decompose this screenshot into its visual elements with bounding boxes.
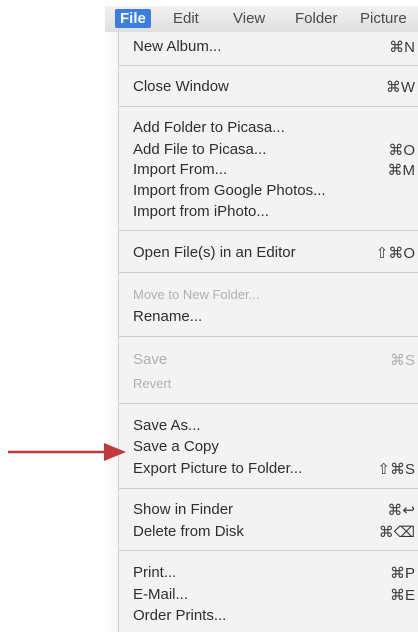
menu-item-add-file[interactable]: Add File to Picasa... ⌘O — [119, 140, 418, 160]
menu-item-label: Delete from Disk — [133, 523, 244, 540]
menu-item-show-in-finder[interactable]: Show in Finder ⌘↩ — [119, 500, 418, 520]
menu-item-save-a-copy[interactable]: Save a Copy — [119, 437, 418, 457]
menu-item-export-picture[interactable]: Export Picture to Folder... ⇧⌘S — [119, 459, 418, 479]
menu-item-shortcut: ⇧⌘S — [377, 461, 415, 478]
menu-item-import-iphoto[interactable]: Import from iPhoto... — [119, 202, 418, 222]
menu-separator — [119, 488, 418, 489]
menu-separator — [119, 230, 418, 231]
menu-item-import-google-photos[interactable]: Import from Google Photos... — [119, 181, 418, 201]
menu-item-label: Revert — [133, 376, 172, 391]
menu-separator — [119, 403, 418, 404]
arrow-head — [104, 443, 126, 461]
menu-item-label: Add Folder to Picasa... — [133, 119, 285, 136]
menu-bar: File Edit View Folder Picture — [105, 6, 418, 33]
menu-item-label: Add File to Picasa... — [133, 141, 267, 158]
window-edge — [102, 32, 118, 632]
menu-item-shortcut: ⌘W — [385, 79, 415, 96]
menu-item-label: E-Mail... — [133, 586, 189, 603]
menu-item-order-prints[interactable]: Order Prints... — [119, 606, 418, 626]
menu-separator — [119, 106, 418, 107]
menu-item-label: Import From... — [133, 161, 228, 178]
menu-item-label: Rename... — [133, 308, 203, 325]
menu-item-revert: Revert — [119, 374, 418, 394]
menu-item-shortcut: ⌘M — [387, 162, 416, 179]
menu-item-label: Open File(s) in an Editor — [133, 244, 296, 261]
menu-separator — [119, 272, 418, 273]
menu-item-label: Move to New Folder... — [133, 287, 260, 302]
menu-item-label: Close Window — [133, 78, 229, 95]
menu-item-label: Print... — [133, 564, 177, 581]
menu-item-shortcut: ⌘⌫ — [378, 524, 415, 541]
menu-item-save: Save ⌘S — [119, 350, 418, 370]
menu-item-label: Export Picture to Folder... — [133, 460, 303, 477]
menu-item-import-from[interactable]: Import From... ⌘M — [119, 160, 418, 180]
menu-item-shortcut: ⌘P — [389, 565, 415, 582]
menu-item-label: Show in Finder — [133, 501, 234, 518]
menubar-file[interactable]: File — [115, 9, 151, 28]
menu-item-label: Import from iPhoto... — [133, 203, 269, 220]
menu-item-shortcut: ⌘S — [389, 352, 415, 369]
menu-item-label: New Album... — [133, 38, 222, 55]
menu-item-label: Save As... — [133, 417, 201, 434]
menu-separator — [119, 550, 418, 551]
menu-item-close-window[interactable]: Close Window ⌘W — [119, 77, 418, 97]
menu-item-shortcut: ⌘E — [389, 587, 415, 604]
annotation-arrow-icon — [8, 443, 126, 461]
menu-separator — [119, 65, 418, 66]
menu-item-label: Save a Copy — [133, 438, 219, 455]
menu-item-add-folder[interactable]: Add Folder to Picasa... — [119, 118, 418, 138]
menu-item-rename[interactable]: Rename... — [119, 307, 418, 327]
menu-item-open-in-editor[interactable]: Open File(s) in an Editor ⇧⌘O — [119, 243, 418, 263]
menu-item-save-as[interactable]: Save As... — [119, 416, 418, 436]
menubar-edit[interactable]: Edit — [173, 10, 199, 27]
menu-item-label: Save — [133, 351, 168, 368]
menu-item-label: Import from Google Photos... — [133, 182, 326, 199]
file-menu: New Album... ⌘N Close Window ⌘W Add Fold… — [118, 32, 418, 632]
menu-item-shortcut: ⌘O — [388, 142, 415, 159]
menu-item-move-to-new-folder: Move to New Folder... — [119, 285, 418, 305]
menu-separator — [119, 336, 418, 337]
menu-item-shortcut: ⌘N — [389, 39, 415, 56]
menu-item-shortcut: ⇧⌘O — [375, 245, 415, 262]
menu-item-delete-from-disk[interactable]: Delete from Disk ⌘⌫ — [119, 522, 418, 542]
menubar-picture[interactable]: Picture — [360, 10, 407, 27]
menubar-folder[interactable]: Folder — [295, 10, 338, 27]
menu-item-email[interactable]: E-Mail... ⌘E — [119, 585, 418, 605]
menu-item-new-album[interactable]: New Album... ⌘N — [119, 37, 418, 57]
menu-item-print[interactable]: Print... ⌘P — [119, 563, 418, 583]
menu-item-shortcut: ⌘↩ — [387, 502, 415, 519]
menubar-view[interactable]: View — [233, 10, 265, 27]
menu-item-label: Order Prints... — [133, 607, 227, 624]
